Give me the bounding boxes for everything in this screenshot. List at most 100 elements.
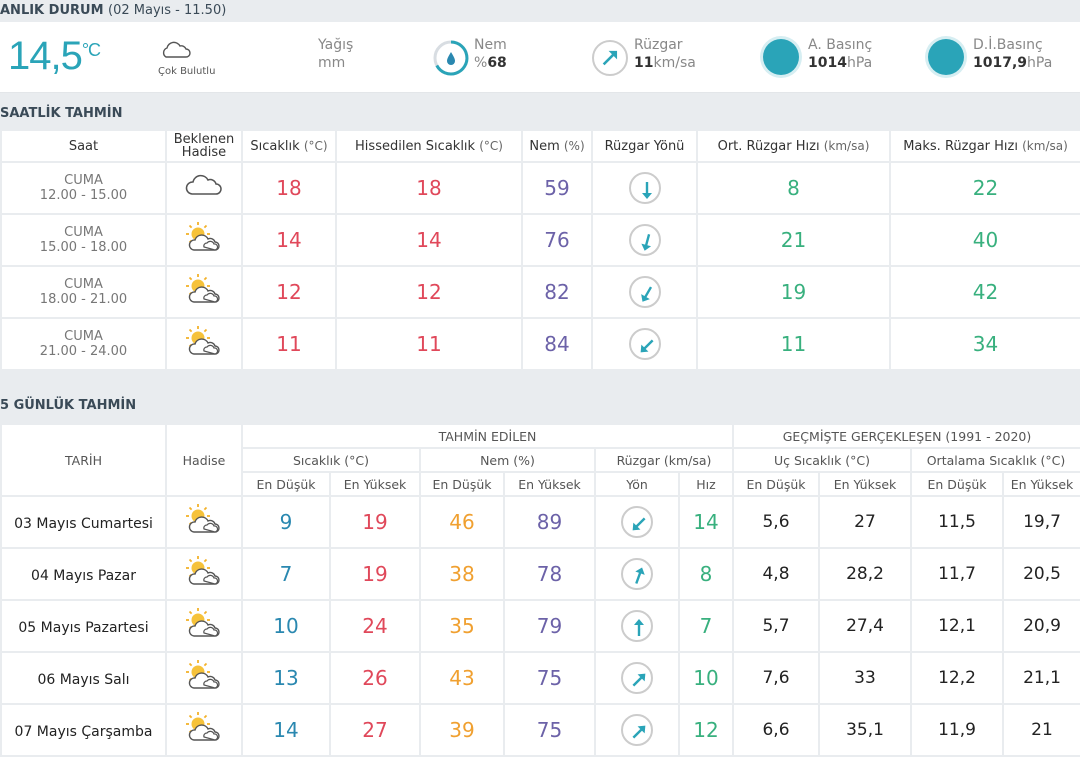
wind-speed-cell: 12 bbox=[678, 703, 734, 757]
wind-dir-cell bbox=[591, 213, 698, 267]
group-extreme: Uç Sıcaklık (°C) bbox=[732, 447, 912, 473]
wind-dir-cell bbox=[594, 547, 680, 601]
mean-low-cell: 11,5 bbox=[910, 495, 1004, 549]
wind-arrow-icon bbox=[628, 172, 661, 204]
avg-wind-cell: 8 bbox=[696, 161, 891, 215]
temp-low-cell: 13 bbox=[241, 651, 331, 705]
temp-cell: 18 bbox=[241, 161, 337, 215]
wind-arrow-icon bbox=[621, 714, 653, 746]
col-avg-wind: Ort. Rüzgar Hızı (km/sa) bbox=[696, 129, 891, 163]
mean-low-cell: 11,7 bbox=[910, 547, 1004, 601]
partly-cloudy-icon bbox=[165, 213, 243, 267]
daily-header-row-1: TARİH Hadise TAHMİN EDİLEN GEÇMİŞTE GERÇ… bbox=[0, 423, 1080, 497]
extreme-high-cell: 28,2 bbox=[818, 547, 912, 601]
mean-low-cell: 12,1 bbox=[910, 599, 1004, 653]
sea-pressure-label: D.İ.Basınç bbox=[973, 37, 1043, 53]
table-row: 03 Mayıs Cumartesi 9 19 46 89 14 5,6 27 11,5 19,7 bbox=[0, 495, 1080, 549]
partly-cloudy-icon bbox=[165, 495, 243, 549]
time-cell: CUMA 15.00 - 18.00 bbox=[0, 213, 167, 267]
hum-low-cell: 38 bbox=[419, 547, 505, 601]
wind-arrow-icon bbox=[628, 276, 661, 308]
time-cell: CUMA 18.00 - 21.00 bbox=[0, 265, 167, 319]
humidity-block: Nem %68 bbox=[474, 37, 507, 71]
pressure-value: 1014 bbox=[808, 55, 847, 71]
partly-cloudy-icon bbox=[165, 599, 243, 653]
wind-direction-icon bbox=[592, 40, 628, 76]
partly-cloudy-icon bbox=[165, 547, 243, 601]
avg-wind-cell: 19 bbox=[696, 265, 891, 319]
extreme-high-cell: 33 bbox=[818, 651, 912, 705]
extreme-high-cell: 27 bbox=[818, 495, 912, 549]
mean-high-cell: 20,9 bbox=[1002, 599, 1080, 653]
rain-label: Yağış bbox=[318, 37, 354, 53]
temp-high-cell: 26 bbox=[329, 651, 421, 705]
partly-cloudy-icon bbox=[165, 317, 243, 371]
mean-high-cell: 21,1 bbox=[1002, 651, 1080, 705]
hum-high-cell: 75 bbox=[503, 703, 596, 757]
col-humidity: Nem (%) bbox=[521, 129, 593, 163]
hum-high-cell: 78 bbox=[503, 547, 596, 601]
hum-low-cell: 35 bbox=[419, 599, 505, 653]
table-row: 05 Mayıs Pazartesi 10 24 35 79 7 5,7 27,4 12,1 20… bbox=[0, 599, 1080, 653]
col-temp-high: En Yüksek bbox=[329, 471, 421, 497]
wind-speed-cell: 14 bbox=[678, 495, 734, 549]
mean-high-cell: 21 bbox=[1002, 703, 1080, 757]
extreme-low-cell: 5,6 bbox=[732, 495, 820, 549]
col-hum-high: En Yüksek bbox=[503, 471, 596, 497]
rain-block: Yağış mm bbox=[318, 36, 353, 72]
extreme-high-cell: 27,4 bbox=[818, 599, 912, 653]
partly-cloudy-icon bbox=[165, 651, 243, 705]
col-mean-low: En Düşük bbox=[910, 471, 1004, 497]
condition-label: Çok Bulutlu bbox=[158, 66, 216, 77]
wind-speed-cell: 7 bbox=[678, 599, 734, 653]
wind-dir-cell bbox=[594, 599, 680, 653]
humidity-value: 68 bbox=[487, 55, 507, 71]
max-wind-cell: 34 bbox=[889, 317, 1080, 371]
hourly-title: SAATLİK TAHMİN bbox=[0, 106, 123, 121]
date-cell: 06 Mayıs Salı bbox=[0, 651, 167, 705]
temp-high-cell: 19 bbox=[329, 495, 421, 549]
col-feels: Hissedilen Sıcaklık (°C) bbox=[335, 129, 523, 163]
date-cell: 05 Mayıs Pazartesi bbox=[0, 599, 167, 653]
table-row: 04 Mayıs Pazar 7 19 38 78 8 4,8 28,2 11,7 20,5 bbox=[0, 547, 1080, 601]
temp-cell: 12 bbox=[241, 265, 337, 319]
wind-arrow-icon bbox=[621, 558, 653, 590]
hourly-header: SAATLİK TAHMİN bbox=[0, 93, 1080, 129]
sea-pressure-value: 1017,9 bbox=[973, 55, 1028, 71]
time-cell: CUMA 21.00 - 24.00 bbox=[0, 317, 167, 371]
wind-speed-cell: 10 bbox=[678, 651, 734, 705]
humidity-cell: 84 bbox=[521, 317, 593, 371]
temp-cell: 14 bbox=[241, 213, 337, 267]
extreme-low-cell: 7,6 bbox=[732, 651, 820, 705]
table-row: CUMA 18.00 - 21.00 12 12 82 19 42 bbox=[0, 265, 1080, 319]
temp-low-cell: 10 bbox=[241, 599, 331, 653]
mean-low-cell: 12,2 bbox=[910, 651, 1004, 705]
humidity-cell: 59 bbox=[521, 161, 593, 215]
hum-high-cell: 79 bbox=[503, 599, 596, 653]
current-temperature: 14,5°C bbox=[8, 34, 101, 78]
hum-low-cell: 39 bbox=[419, 703, 505, 757]
col-hum-low: En Düşük bbox=[419, 471, 505, 497]
table-row: 06 Mayıs Salı 13 26 43 75 10 7,6 33 12,2 21,1 bbox=[0, 651, 1080, 705]
sea-pressure-block: D.İ.Basınç 1017,9hPa bbox=[973, 37, 1053, 71]
date-cell: 04 Mayıs Pazar bbox=[0, 547, 167, 601]
wind-label: Rüzgar bbox=[634, 37, 683, 53]
avg-wind-cell: 11 bbox=[696, 317, 891, 371]
temp-low-cell: 9 bbox=[241, 495, 331, 549]
max-wind-cell: 40 bbox=[889, 213, 1080, 267]
hourly-header-row: Saat Beklenen Hadise Sıcaklık (°C) Hissed… bbox=[0, 129, 1080, 163]
temp-high-cell: 19 bbox=[329, 547, 421, 601]
group-forecast: TAHMİN EDİLEN bbox=[241, 423, 734, 449]
sea-pressure-icon bbox=[928, 39, 964, 75]
current-header: ANLIK DURUM (02 Mayıs - 11.50) bbox=[0, 0, 1080, 22]
feels-cell: 18 bbox=[335, 161, 523, 215]
feels-cell: 12 bbox=[335, 265, 523, 319]
partly-cloudy-icon bbox=[165, 703, 243, 757]
mean-high-cell: 20,5 bbox=[1002, 547, 1080, 601]
feels-cell: 14 bbox=[335, 213, 523, 267]
time-cell: CUMA 12.00 - 15.00 bbox=[0, 161, 167, 215]
col-event: Hadise bbox=[165, 423, 243, 497]
wind-arrow-icon bbox=[628, 224, 661, 256]
table-row: CUMA 12.00 - 15.00 18 18 59 8 22 bbox=[0, 161, 1080, 215]
col-event: Beklenen Hadise bbox=[165, 129, 243, 163]
